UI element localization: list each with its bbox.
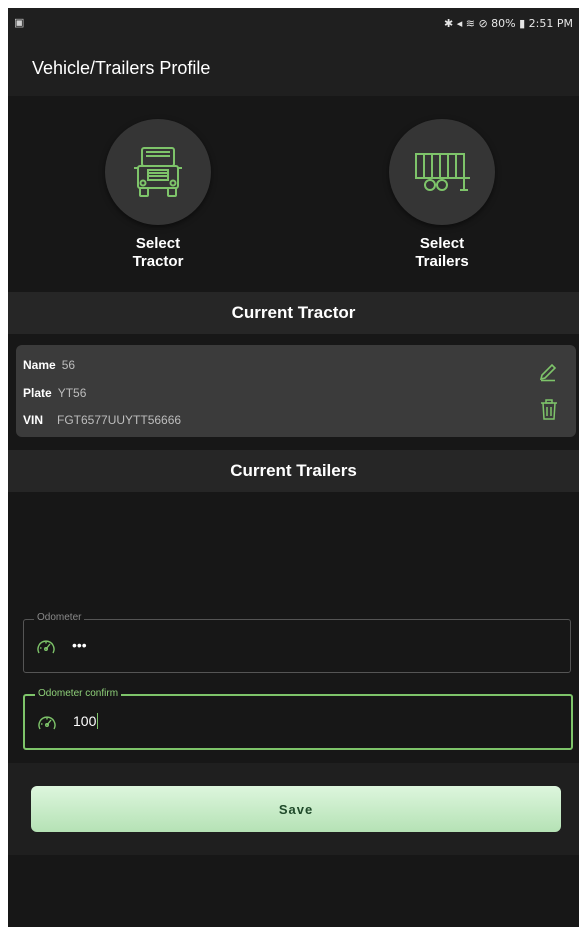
trailer-icon [415,153,470,191]
odometer-confirm-legend: Odometer confirm [35,688,122,699]
odometer-confirm-value-wrap: 100 [73,713,99,729]
select-tractor-label: Select Tractor [132,235,184,270]
tractor-vin-row: VIN FGT6577UUYTT56666 [23,413,181,427]
odometer-field[interactable]: Odometer ••• [23,612,571,673]
current-tractor-heading: Current Tractor [231,303,356,322]
current-tractor-header: Current Tractor [8,292,579,334]
status-bar: ▣ ✱ ◂ ≋ ⊘ 80% ▮ 2:51 PM [8,8,579,38]
select-trailers-button[interactable]: Select Trailers [372,119,512,271]
speedometer-icon [38,716,56,730]
trailers-circle[interactable] [389,119,495,225]
tractor-name-row: Name 56 [23,358,75,372]
current-trailers-heading: Current Trailers [230,461,357,480]
speedometer-icon [37,640,55,654]
plate-value: YT56 [57,386,87,400]
odometer-confirm-value: 100 [73,713,97,729]
vin-key: VIN [23,413,44,427]
name-value: 56 [61,358,76,372]
text-cursor [97,713,99,729]
tractor-card: Name 56 Plate YT56 VIN FGT6577UUYTT56666 [16,345,576,437]
tractor-circle[interactable] [105,119,211,225]
save-button[interactable]: Save [31,786,561,832]
save-area: Save [8,763,579,855]
odometer-value: ••• [72,637,87,653]
app-screen: ▣ ✱ ◂ ≋ ⊘ 80% ▮ 2:51 PM Vehicle/Trailers… [8,8,579,927]
app-bar: Vehicle/Trailers Profile [8,38,579,96]
truck-icon [134,147,182,197]
plate-key: Plate [23,386,52,400]
odometer-confirm-field[interactable]: Odometer confirm 100 [23,688,573,750]
status-indicators: ✱ ◂ ≋ ⊘ 80% ▮ 2:51 PM [444,17,573,30]
name-key: Name [23,358,56,372]
current-trailers-header: Current Trailers [8,450,579,492]
tractor-plate-row: Plate YT56 [23,386,86,400]
pencil-icon[interactable] [538,362,558,382]
page-title: Vehicle/Trailers Profile [32,58,211,78]
select-trailers-label: Select Trailers [415,235,469,270]
trash-icon[interactable] [540,399,558,421]
vin-value: FGT6577UUYTT56666 [57,413,182,427]
select-tractor-button[interactable]: Select Tractor [88,119,228,271]
image-notification-icon: ▣ [14,17,25,29]
odometer-legend: Odometer [34,612,85,623]
